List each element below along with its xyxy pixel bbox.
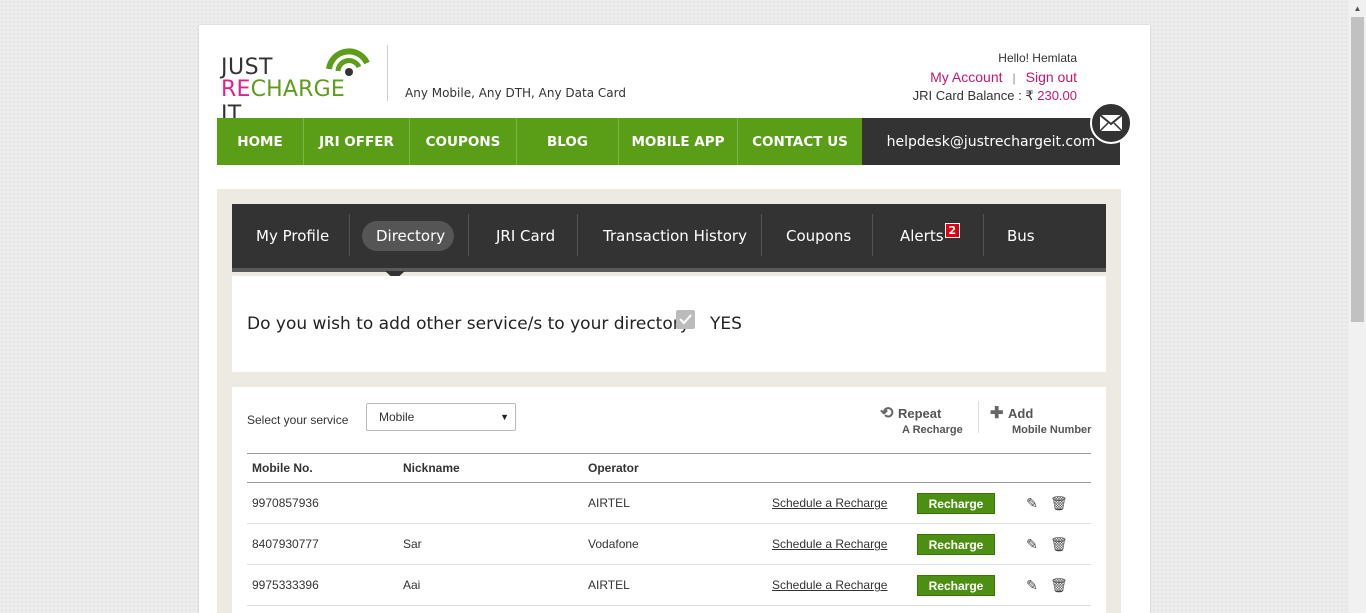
add-title: Add <box>1008 406 1034 421</box>
add-service-panel: Do you wish to add other service/s to yo… <box>232 276 1106 372</box>
balance-value: 230.00 <box>1037 88 1077 103</box>
tab-bus[interactable]: Bus <box>1007 204 1035 268</box>
dropdown-arrow-icon: ▼ <box>500 412 509 422</box>
alerts-badge: 2 <box>944 222 961 238</box>
nav-jri-offer[interactable]: JRI OFFER <box>304 118 410 165</box>
action-separator <box>978 401 979 433</box>
logo[interactable]: JUST RECHARGE IT <box>221 39 371 127</box>
yes-label: YES <box>710 314 742 334</box>
repeat-icon: ⟲ <box>880 405 894 422</box>
account-tabs: My Profile Directory JRI Card Transactio… <box>232 204 1106 272</box>
tab-separator <box>468 214 469 256</box>
checkmark-icon <box>679 314 692 325</box>
add-service-question: Do you wish to add other service/s to yo… <box>247 314 695 334</box>
tab-directory[interactable]: Directory <box>376 204 445 268</box>
edit-icon[interactable]: ✎ <box>1024 577 1040 594</box>
directory-panel: Select your service Mobile ▼ ⟲ Repeat A R… <box>232 387 1106 613</box>
cell-mobile: 8407930777 <box>247 523 398 565</box>
cell-mobile: 9975333396 <box>247 564 398 606</box>
yes-checkbox[interactable] <box>676 310 695 329</box>
account-panel: Hello! Hemlata My Account | Sign out JRI C… <box>913 51 1077 104</box>
recharge-button[interactable]: Recharge <box>917 492 995 514</box>
table-header-row: Mobile No. Nickname Operator <box>247 453 1091 483</box>
recharge-button[interactable]: Recharge <box>917 533 995 555</box>
col-actions <box>1019 453 1091 483</box>
greeting: Hello! Hemlata <box>998 51 1077 65</box>
col-recharge <box>912 453 1019 483</box>
mail-icon[interactable] <box>1090 102 1132 144</box>
schedule-recharge-link[interactable]: Schedule a Recharge <box>772 537 887 551</box>
cell-operator: AIRTEL <box>583 564 767 606</box>
service-select-value: Mobile <box>379 410 415 424</box>
cell-mobile: 9970857936 <box>247 482 398 524</box>
edit-icon[interactable]: ✎ <box>1024 495 1040 512</box>
tab-my-profile[interactable]: My Profile <box>256 204 329 268</box>
add-mobile-number-button[interactable]: ✚ Add Mobile Number <box>990 403 1091 436</box>
col-operator: Operator <box>583 453 767 483</box>
cell-nickname: Sar <box>398 523 583 565</box>
repeat-subtitle: A Recharge <box>902 424 963 436</box>
tab-alerts[interactable]: Alerts 2 <box>900 204 961 268</box>
trash-icon[interactable]: 🗑 <box>1050 577 1068 594</box>
trash-icon[interactable]: 🗑 <box>1050 495 1068 512</box>
nav-mobile-app[interactable]: MOBILE APP <box>619 118 738 165</box>
tab-separator <box>872 214 873 256</box>
card-balance: JRI Card Balance : ₹ 230.00 <box>913 88 1077 104</box>
service-label: Select your service <box>247 413 349 427</box>
edit-icon[interactable]: ✎ <box>1024 536 1040 553</box>
tab-transaction-history[interactable]: Transaction History <box>603 204 747 268</box>
tab-separator <box>761 214 762 256</box>
nav-contact-us[interactable]: CONTACT US <box>738 118 862 165</box>
sign-out-link[interactable]: Sign out <box>1026 69 1077 85</box>
cell-nickname: Aai <box>398 564 583 606</box>
page-scrollbar[interactable]: ▲ <box>1349 0 1366 613</box>
col-mobile: Mobile No. <box>247 453 398 483</box>
col-schedule <box>767 453 912 483</box>
directory-table: Mobile No. Nickname Operator 9970857936 … <box>247 453 1091 606</box>
link-separator: | <box>1012 71 1016 85</box>
nav-home[interactable]: HOME <box>217 118 304 165</box>
my-account-link[interactable]: My Account <box>930 69 1002 85</box>
add-subtitle: Mobile Number <box>1012 424 1092 436</box>
tab-separator <box>577 214 578 256</box>
table-row: 9970857936 AIRTEL Schedule a Recharge Re… <box>247 482 1091 524</box>
main-nav: HOME JRI OFFER COUPONS BLOG MOBILE APP C… <box>217 118 862 165</box>
cell-nickname <box>398 482 583 524</box>
tab-separator <box>349 214 350 256</box>
schedule-recharge-link[interactable]: Schedule a Recharge <box>772 496 887 510</box>
repeat-recharge-button[interactable]: ⟲ Repeat A Recharge <box>880 403 963 436</box>
nav-coupons[interactable]: COUPONS <box>410 118 517 165</box>
content-frame: My Profile Directory JRI Card Transactio… <box>217 189 1121 613</box>
trash-icon[interactable]: 🗑 <box>1050 536 1068 553</box>
plus-icon: ✚ <box>990 405 1004 422</box>
wifi-signal-icon <box>326 48 370 76</box>
balance-label: JRI Card Balance : <box>912 88 1022 103</box>
service-select[interactable]: Mobile ▼ <box>366 403 516 431</box>
table-row: 8407930777 Sar Vodafone Schedule a Recha… <box>247 523 1091 565</box>
page-container: JUST RECHARGE IT Any Mobile, Any DTH, An… <box>199 25 1150 613</box>
tab-separator <box>983 214 984 256</box>
rupee-icon: ₹ <box>1025 88 1034 103</box>
tab-jri-card[interactable]: JRI Card <box>496 204 555 268</box>
schedule-recharge-link[interactable]: Schedule a Recharge <box>772 578 887 592</box>
repeat-title: Repeat <box>898 406 942 421</box>
nav-blog[interactable]: BLOG <box>517 118 619 165</box>
cell-operator: Vodafone <box>583 523 767 565</box>
tagline: Any Mobile, Any DTH, Any Data Card <box>405 86 626 100</box>
recharge-button[interactable]: Recharge <box>917 574 995 596</box>
header-divider <box>387 45 388 101</box>
cell-operator: AIRTEL <box>583 482 767 524</box>
scrollbar-thumb[interactable] <box>1351 17 1364 322</box>
table-row: 9975333396 Aai AIRTEL Schedule a Recharg… <box>247 564 1091 606</box>
helpdesk-email[interactable]: helpdesk@justrechargeit.com <box>862 118 1120 165</box>
tab-coupons[interactable]: Coupons <box>786 204 851 268</box>
tab-alerts-label: Alerts <box>900 227 944 245</box>
col-nickname: Nickname <box>398 453 583 483</box>
scroll-up-icon[interactable]: ▲ <box>1349 0 1366 17</box>
